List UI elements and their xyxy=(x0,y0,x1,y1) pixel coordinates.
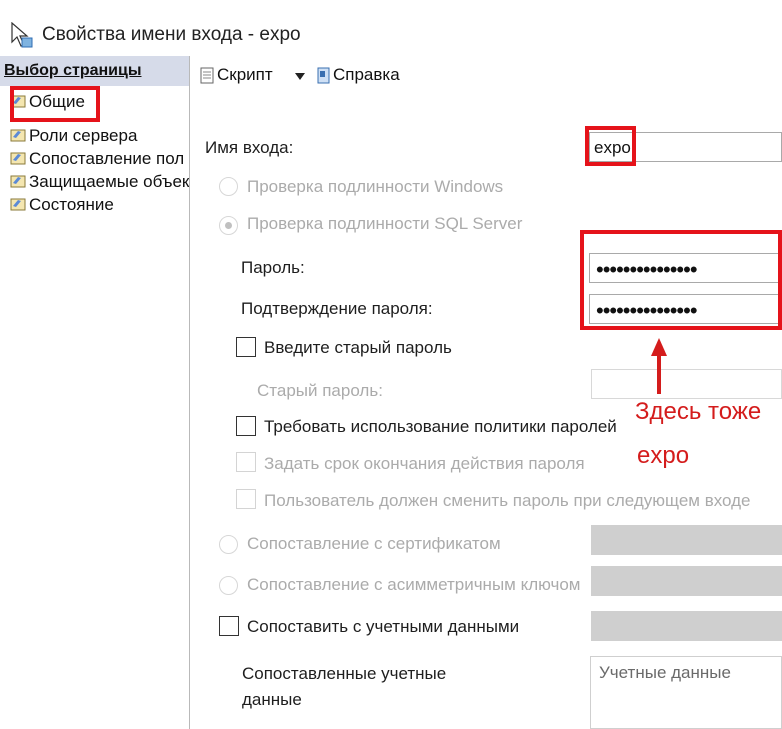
sidebar-item-securables[interactable]: Защищаемые объек xyxy=(0,170,190,194)
page-icon xyxy=(10,95,26,108)
sql-auth-label: Проверка подлинности SQL Server xyxy=(247,214,523,233)
map-certificate-label: Сопоставление с сертификатом xyxy=(247,534,501,553)
password-input[interactable]: ••••••••••••••• xyxy=(589,253,782,283)
help-icon xyxy=(317,67,330,84)
windows-auth-label: Проверка подлинности Windows xyxy=(247,177,504,196)
sidebar-item-user-mapping[interactable]: Сопоставление пол xyxy=(0,147,189,171)
enforce-policy-checkbox[interactable] xyxy=(236,416,256,436)
sidebar-item-label: Защищаемые объек xyxy=(29,172,190,191)
sidebar-item-label: Состояние xyxy=(29,195,114,214)
window-cursor-icon xyxy=(11,22,33,48)
annotation-text-line2: expo xyxy=(637,442,690,469)
page-icon xyxy=(10,198,26,211)
credentials-column-header: Учетные данные xyxy=(599,663,731,682)
mapped-credentials-list[interactable]: Учетные данные xyxy=(590,656,782,729)
title-bar: Свойства имени входа - expo xyxy=(0,0,782,56)
confirm-password-value: ••••••••••••••• xyxy=(596,298,698,323)
must-change-label: Пользователь должен сменить пароль при с… xyxy=(264,491,751,510)
page-icon xyxy=(10,175,26,188)
sql-auth-radio[interactable] xyxy=(219,216,238,235)
enforce-expiration-label: Задать срок окончания действия пароля xyxy=(264,454,585,473)
confirm-password-label: Подтверждение пароля: xyxy=(241,299,433,318)
password-label: Пароль: xyxy=(241,258,305,277)
annotation-text-line1: Здесь тоже xyxy=(635,398,762,425)
sidebar-item-general[interactable]: Общие xyxy=(0,90,189,114)
sidebar-item-label: Роли сервера xyxy=(29,126,138,145)
sidebar-item-label: Сопоставление пол xyxy=(29,149,185,168)
login-name-value: expo xyxy=(594,138,631,157)
mapped-credentials-label-line1: Сопоставленные учетные xyxy=(242,664,447,683)
map-asym-key-radio[interactable] xyxy=(219,576,238,595)
login-name-label: Имя входа: xyxy=(205,138,294,157)
credentials-select[interactable] xyxy=(591,611,782,641)
enforce-expiration-checkbox[interactable] xyxy=(236,452,256,472)
map-credentials-label: Сопоставить с учетными данными xyxy=(247,617,520,636)
certificate-select[interactable] xyxy=(591,525,782,555)
arrow-shaft xyxy=(657,354,661,394)
map-certificate-radio[interactable] xyxy=(219,535,238,554)
sidebar-header-label: Выбор страницы xyxy=(4,62,142,79)
login-name-input[interactable]: expo xyxy=(589,132,782,162)
old-password-label: Старый пароль: xyxy=(257,381,383,400)
map-asym-key-label: Сопоставление с асимметричным ключом xyxy=(247,575,581,594)
page-icon xyxy=(10,129,26,142)
enforce-policy-label: Требовать использование политики паролей xyxy=(264,417,617,436)
must-change-checkbox[interactable] xyxy=(236,489,256,509)
old-password-checkbox-label: Введите старый пароль xyxy=(264,338,452,357)
script-button-label: Скрипт xyxy=(217,65,273,84)
sidebar-header: Выбор страницы xyxy=(0,56,189,86)
sidebar-item-label: Общие xyxy=(29,92,85,111)
confirm-password-input[interactable]: ••••••••••••••• xyxy=(589,294,782,324)
chevron-down-icon[interactable] xyxy=(295,73,305,80)
help-button-label: Справка xyxy=(333,65,400,84)
old-password-checkbox[interactable] xyxy=(236,337,256,357)
old-password-input[interactable] xyxy=(591,369,782,399)
password-value: ••••••••••••••• xyxy=(596,257,698,282)
script-button[interactable]: Скрипт xyxy=(200,64,310,88)
script-icon xyxy=(200,67,214,84)
radio-dot xyxy=(225,222,232,229)
sidebar-item-status[interactable]: Состояние xyxy=(0,193,189,217)
page-selector-sidebar: Выбор страницы Общие Роли сервера Сопост… xyxy=(0,56,190,729)
page-icon xyxy=(10,152,26,165)
map-credentials-checkbox[interactable] xyxy=(219,616,239,636)
asym-key-select[interactable] xyxy=(591,566,782,596)
mapped-credentials-label-line2: данные xyxy=(242,690,302,709)
windows-auth-radio[interactable] xyxy=(219,177,238,196)
window-title: Свойства имени входа - expo xyxy=(42,24,301,45)
help-button[interactable]: Справка xyxy=(316,64,426,88)
sidebar-item-server-roles[interactable]: Роли сервера xyxy=(0,124,189,148)
toolbar: Скрипт Справка xyxy=(190,56,782,96)
